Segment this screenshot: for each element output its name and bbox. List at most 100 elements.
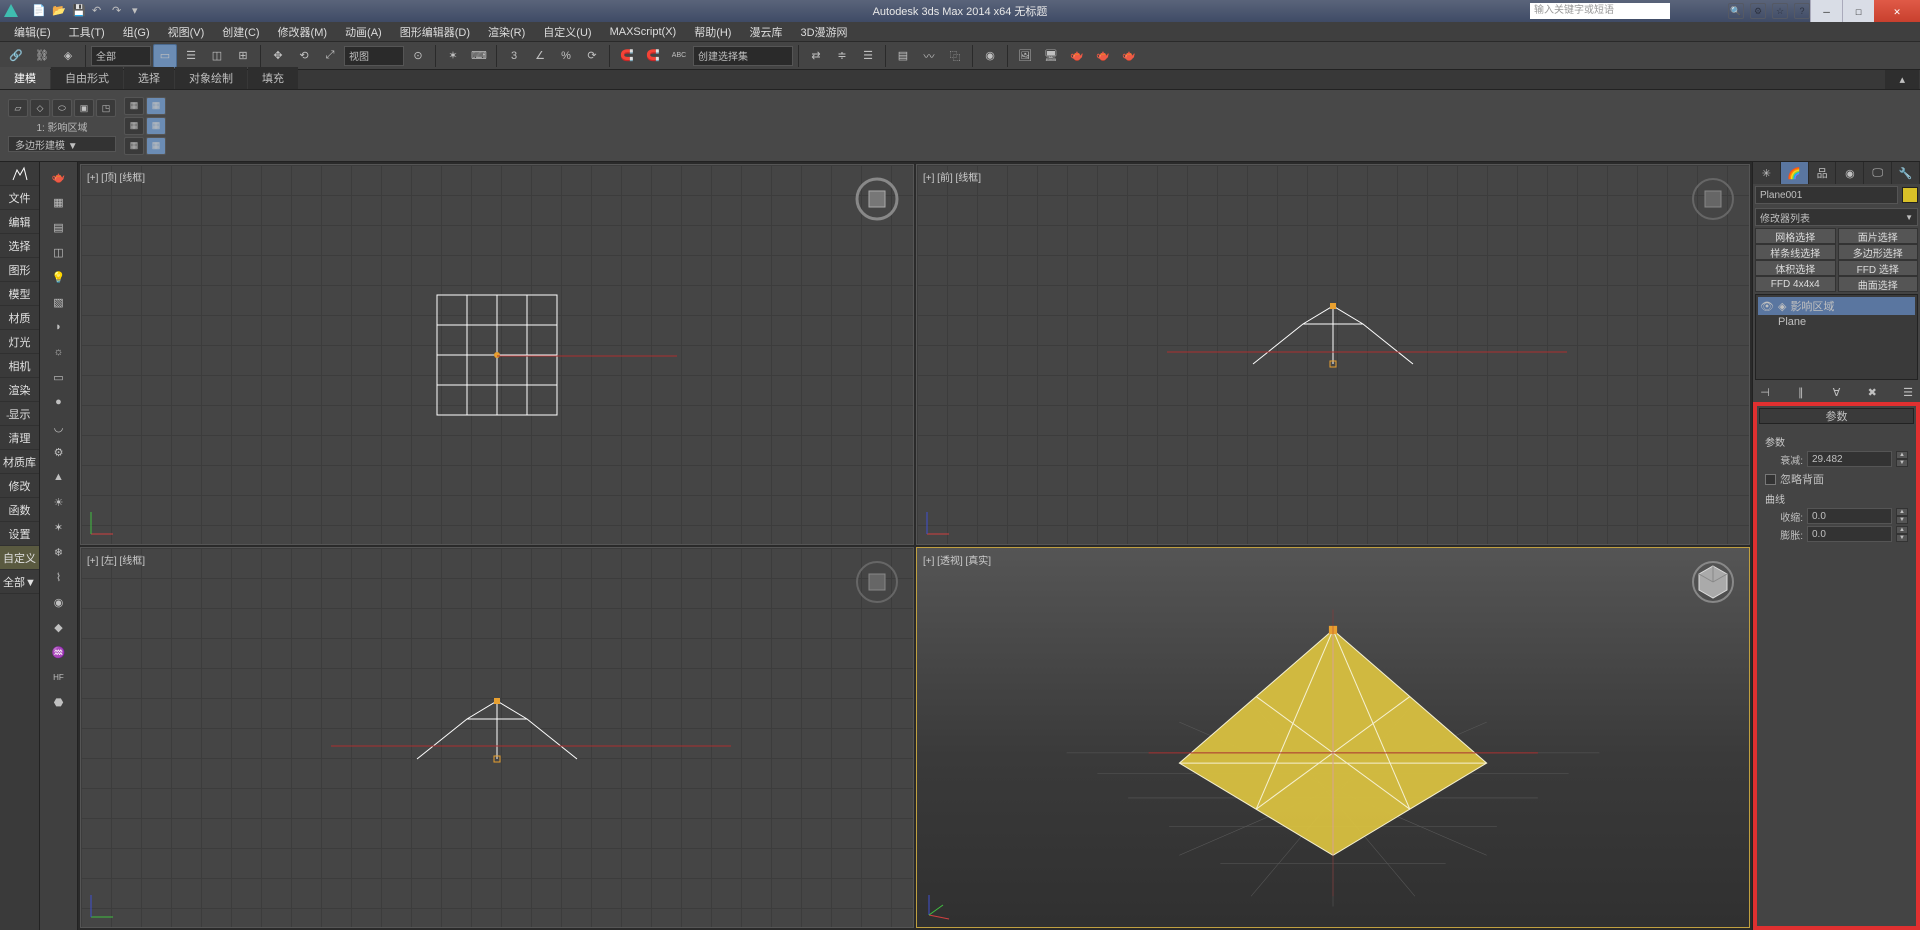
viewport-perspective[interactable]: [+] [透视] [真实] (916, 547, 1750, 928)
qat-undo-icon[interactable]: ↶ (92, 4, 106, 18)
menu-view[interactable]: 视图(V) (160, 22, 213, 42)
schematic-view-icon[interactable]: ⿻ (943, 44, 967, 68)
tool-cone-icon[interactable]: ▲ (46, 466, 72, 488)
menu-maxscript[interactable]: MAXScript(X) (602, 24, 685, 40)
tool-shade-icon[interactable]: ▧ (46, 291, 72, 313)
select-region-icon[interactable]: ◫ (205, 44, 229, 68)
menu-grapheditors[interactable]: 图形编辑器(D) (392, 22, 478, 42)
scale-icon[interactable]: ⤢ (318, 44, 342, 68)
pinch-up-icon[interactable]: ▲ (1896, 508, 1908, 516)
cat-render[interactable]: 渲染 (0, 378, 39, 402)
viewcube-front-icon[interactable] (1691, 177, 1735, 221)
tool-sun-icon[interactable]: ☀ (46, 491, 72, 513)
ribbon-minimize-icon[interactable]: ▴ (1885, 70, 1919, 89)
ribbon-tab-populate[interactable]: 填充 (248, 67, 298, 89)
ribbon-tab-selection[interactable]: 选择 (124, 67, 174, 89)
modifier-stack[interactable]: 👁◈影响区域 Plane (1755, 294, 1918, 380)
tool-hemi-icon[interactable]: ◡ (46, 416, 72, 438)
sel-patch-btn[interactable]: 面片选择 (1838, 228, 1919, 244)
viewport-left[interactable]: [+] [左] [线框] (80, 547, 914, 928)
tab-display-icon[interactable]: 🖵 (1864, 162, 1892, 184)
tool-teapot-icon[interactable]: 🫖 (46, 166, 72, 188)
ribbon-poly-box-icon[interactable]: ◳ (96, 99, 116, 117)
cat-matlib[interactable]: 材质库 (0, 450, 39, 474)
cat-clean[interactable]: 清理 (0, 426, 39, 450)
manipulate-icon[interactable]: ✶ (441, 44, 465, 68)
tool-light-icon[interactable]: 💡 (46, 266, 72, 288)
ribbon-tab-objectpaint[interactable]: 对象绘制 (175, 67, 247, 89)
tool-subdiv-icon[interactable]: ◫ (46, 241, 72, 263)
viewport-label-left[interactable]: [+] [左] [线框] (87, 552, 145, 567)
toggle-ribbon-icon[interactable]: ▤ (891, 44, 915, 68)
tool-rock-icon[interactable]: ⬣ (46, 691, 72, 713)
cat-edit[interactable]: 编辑 (0, 210, 39, 234)
pinch-spinner[interactable]: 0.0 (1807, 508, 1892, 524)
qat-open-icon[interactable]: 📂 (52, 4, 66, 18)
stack-unique-icon[interactable]: ∀ (1829, 384, 1845, 400)
material-editor-icon[interactable]: ◉ (978, 44, 1002, 68)
angle-snap-icon[interactable]: ∠ (528, 44, 552, 68)
snap-toggle-icon[interactable]: 3 (502, 44, 526, 68)
cat-modify[interactable]: 修改 (0, 474, 39, 498)
viewport-label-persp[interactable]: [+] [透视] [真实] (923, 552, 991, 567)
close-button[interactable]: ✕ (1874, 0, 1920, 22)
ribbon-polymodel-dropdown[interactable]: 多边形建模 ▼ (8, 136, 116, 152)
render-frame-icon[interactable]: 🖥 (1039, 44, 1063, 68)
pivot-center-icon[interactable]: ⊙ (406, 44, 430, 68)
tool-grid-icon[interactable]: ▤ (46, 216, 72, 238)
rotate-icon[interactable]: ⟲ (292, 44, 316, 68)
named-sel-edit-icon[interactable]: 🧲 (641, 44, 665, 68)
falloff-spinner[interactable]: 29.482 (1807, 451, 1892, 467)
tool-box-icon[interactable]: ▭ (46, 366, 72, 388)
falloff-down-icon[interactable]: ▼ (1896, 459, 1908, 467)
render-iterate-icon[interactable]: 🫖 (1091, 44, 1115, 68)
selection-filter-dropdown[interactable]: 全部 (91, 46, 151, 66)
cat-light[interactable]: 灯光 (0, 330, 39, 354)
qat-more-icon[interactable]: ▾ (132, 4, 146, 18)
cat-settings[interactable]: 设置 (0, 522, 39, 546)
menu-group[interactable]: 组(G) (115, 22, 158, 42)
qat-save-icon[interactable]: 💾 (72, 4, 86, 18)
viewport-front[interactable]: [+] [前] [线框] (916, 164, 1750, 545)
tool-disc-icon[interactable]: ◉ (46, 591, 72, 613)
ribbon-tab-freeform[interactable]: 自由形式 (51, 67, 123, 89)
tool-star-icon[interactable]: ✶ (46, 516, 72, 538)
menu-rendering[interactable]: 渲染(R) (480, 22, 533, 42)
sel-ffd4-btn[interactable]: FFD 4x4x4 (1755, 276, 1836, 292)
link-icon[interactable]: 🔗 (4, 44, 28, 68)
select-object-icon[interactable]: ▭ (153, 44, 177, 68)
stack-affect-label[interactable]: 影响区域 (1790, 298, 1834, 314)
falloff-up-icon[interactable]: ▲ (1896, 451, 1908, 459)
sel-poly-btn[interactable]: 多边形选择 (1838, 244, 1919, 260)
cat-model[interactable]: 模型 (0, 282, 39, 306)
ribbon-constrain4-icon[interactable]: ▦ (146, 117, 166, 135)
cat-all[interactable]: 全部▼ (0, 570, 39, 594)
percent-snap-icon[interactable]: % (554, 44, 578, 68)
render-last-icon[interactable]: 🫖 (1117, 44, 1141, 68)
menu-animation[interactable]: 动画(A) (337, 22, 390, 42)
stack-config-icon[interactable]: ☰ (1900, 384, 1916, 400)
pinch-down-icon[interactable]: ▼ (1896, 516, 1908, 524)
cat-select[interactable]: 选择 (0, 234, 39, 258)
menu-cloud[interactable]: 漫云库 (741, 22, 790, 42)
tool-mesh-icon[interactable]: ▦ (46, 191, 72, 213)
viewport-top[interactable]: [+] [顶] [线框] (80, 164, 914, 545)
named-selection-dropdown[interactable]: 创建选择集 (693, 46, 793, 66)
tool-plane-icon[interactable]: ◆ (46, 616, 72, 638)
sel-spline-btn[interactable]: 样条线选择 (1755, 244, 1836, 260)
cat-logo-icon[interactable] (0, 162, 39, 186)
viewcube-top-icon[interactable] (855, 177, 899, 221)
sel-mesh-btn[interactable]: 网格选择 (1755, 228, 1836, 244)
tab-utilities-icon[interactable]: 🔧 (1892, 162, 1920, 184)
tool-bulb-icon[interactable]: ☼ (46, 341, 72, 363)
ribbon-poly-lasso-icon[interactable]: ⬭ (52, 99, 72, 117)
render-setup-icon[interactable]: 🖼 (1013, 44, 1037, 68)
cat-shape[interactable]: 图形 (0, 258, 39, 282)
menu-help[interactable]: 帮助(H) (686, 22, 739, 42)
qat-new-icon[interactable]: 📄 (32, 4, 46, 18)
ribbon-constrain2-icon[interactable]: ▦ (146, 97, 166, 115)
help-icon[interactable]: ? (1794, 3, 1810, 19)
tab-create-icon[interactable]: ✳ (1753, 162, 1781, 184)
bubble-down-icon[interactable]: ▼ (1896, 534, 1908, 542)
ref-coord-dropdown[interactable]: 视图 (344, 46, 404, 66)
